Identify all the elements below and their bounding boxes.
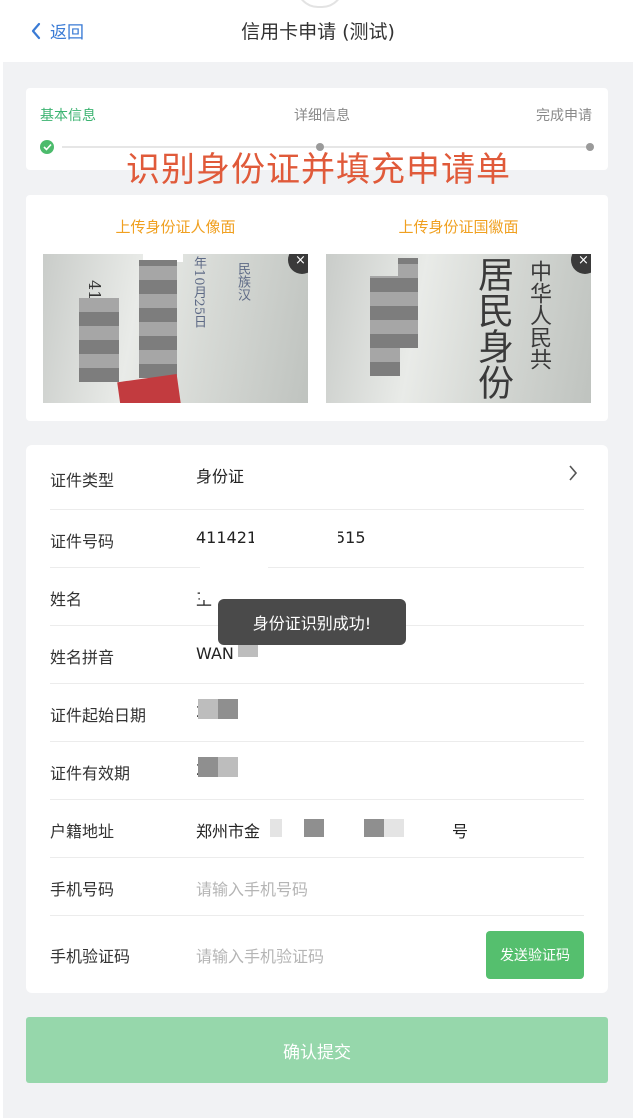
id-number-value-end: 515 [335,528,366,547]
send-sms-code-button[interactable]: 发送验证码 [486,931,584,979]
id-number-value-start: 411421 [196,528,258,547]
privacy-mask [398,258,418,348]
toast-message: 身份证识别成功! [218,599,406,645]
row-id-type[interactable]: 证件类型 身份证 [50,445,584,510]
id-number-label: 证件号码 [50,532,115,551]
id-back-photo[interactable]: 中华人民共 居民身份 × [326,254,591,403]
row-id-number[interactable]: 证件号码 411421 515 [50,509,584,568]
privacy-mask [198,699,218,719]
id-upload-card: 上传身份证人像面 民族汉 年10月25日 41 1 × 上传身份证国徽面 中华人… [26,195,608,421]
row-valid-until[interactable]: 证件有效期 20 [50,741,584,800]
pinyin-value: WAN [196,644,234,663]
valid-until-label: 证件有效期 [50,764,131,783]
close-icon: × [295,254,306,268]
id-front-photo[interactable]: 民族汉 年10月25日 41 1 × [43,254,308,403]
privacy-mask [304,819,324,837]
back-text-nation: 中华人民共 [526,260,551,370]
submit-button[interactable]: 确认提交 [26,1017,608,1083]
row-sms-code[interactable]: 手机验证码 请输入手机验证码 发送验证码 [50,915,584,993]
row-start-date[interactable]: 证件起始日期 2 [50,683,584,742]
privacy-mask [364,819,384,837]
camera-notch [296,0,344,8]
upload-front-title: 上传身份证人像面 [115,218,236,236]
overlay-caption: 识别身份证并填充申请单 [126,150,511,190]
privacy-mask [139,260,177,378]
privacy-mask [270,819,282,837]
application-form: 证件类型 身份证 证件号码 411421 515 姓名 王 姓名拼音 WAN 证… [26,445,608,993]
page-title: 信用卡申请 (测试) [241,21,395,43]
phone-label: 手机号码 [50,880,115,899]
privacy-mask [370,276,400,376]
front-text-date: 年10月25日 [191,256,206,329]
step-dot-complete [586,143,594,151]
close-icon: × [578,254,589,268]
chevron-right-icon [569,465,578,481]
privacy-mask [384,819,404,837]
remove-back-photo-button[interactable]: × [571,254,591,274]
remove-front-photo-button[interactable]: × [288,254,308,274]
privacy-mask [218,699,238,719]
address-value-start: 郑州市金 [196,822,261,841]
step-basic-info: 基本信息 [40,108,96,124]
back-text-resident: 居民身份 [472,256,513,400]
privacy-mask [200,564,268,600]
upload-back-title: 上传身份证国徽面 [398,218,519,236]
left-edge [0,62,3,1118]
sms-code-label: 手机验证码 [50,947,131,966]
row-address[interactable]: 户籍地址 郑州市金 号 [50,799,584,858]
privacy-mask [218,757,238,777]
name-label: 姓名 [50,590,83,609]
address-value-end: 号 [452,822,469,841]
row-phone[interactable]: 手机号码 请输入手机号码 [50,857,584,916]
step-complete: 完成申请 [536,108,592,124]
sms-code-input[interactable]: 请输入手机验证码 [196,943,324,967]
privacy-mask [79,298,119,382]
photo-red-element [117,373,181,403]
privacy-mask [254,523,338,553]
id-type-value: 身份证 [196,467,245,486]
navbar: 返回 信用卡申请 (测试) [0,0,636,62]
id-type-label: 证件类型 [50,471,115,490]
step-detail-info: 详细信息 [294,108,350,124]
privacy-mask [198,757,218,777]
address-label: 户籍地址 [50,822,115,841]
step-done-icon [40,140,54,154]
phone-input[interactable]: 请输入手机号码 [196,876,308,900]
front-text-ethnicity: 民族汉 [235,262,250,301]
start-date-label: 证件起始日期 [50,706,147,725]
pinyin-label: 姓名拼音 [50,648,115,667]
